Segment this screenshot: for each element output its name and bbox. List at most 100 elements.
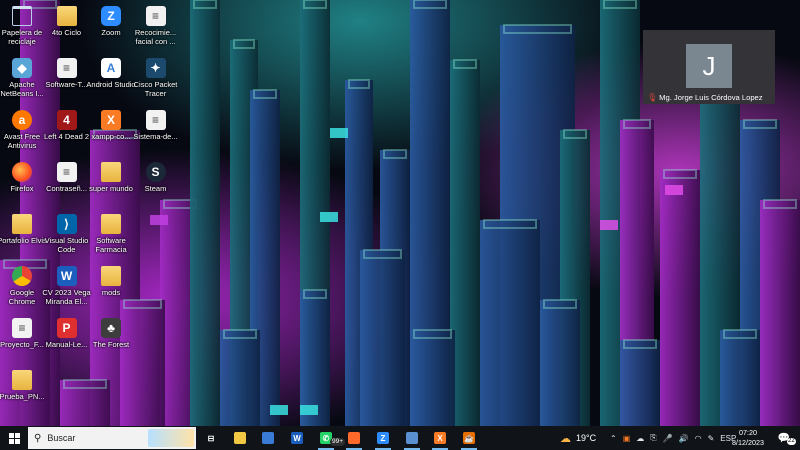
taskbar-app-button[interactable]: ☕ [455,426,483,450]
pdf-icon: P [56,318,77,338]
desktop-shortcut-label: Avast Free Antivirus [3,132,41,150]
search-placeholder: Buscar [47,433,76,443]
desktop-shortcut[interactable]: mods [86,264,136,316]
desktop-shortcut[interactable]: a Avast Free Antivirus [0,108,47,160]
desktop-shortcut[interactable]: W CV 2023 Vega Miranda El... [42,264,92,316]
the-forest-icon: ♣ [101,318,121,338]
java-icon: ☕ [463,432,475,444]
android-studio-icon: A [101,58,121,78]
desktop-shortcut[interactable]: Xxampp-co... [86,108,136,160]
taskbar-clock[interactable]: 07:20 8/12/2023 [730,428,766,448]
clock-date: 8/12/2023 [732,438,764,447]
folder-icon [101,214,121,234]
taskbar-app-button[interactable]: ⊟ [197,426,225,450]
desktop-shortcut-label: Prueba_PN... [0,392,45,401]
vscode-icon: ⟩ [56,214,77,234]
weather-widget[interactable]: ☁ 19°C [560,426,596,450]
volume-icon[interactable]: 🔊 [679,434,689,443]
cisco-packet-tracer-icon: ✦ [145,58,166,78]
desktop-shortcut[interactable]: Portafolio Elvis [0,212,47,264]
windows-logo-icon [8,432,20,444]
desktop-shortcut-label: xampp-co... [91,132,131,141]
document-icon: ≡ [145,110,166,130]
desktop-shortcut-label: The Forest [92,340,130,349]
avast-icon: a [12,110,32,130]
clock-time: 07:20 [739,428,757,437]
folder-icon [12,214,32,234]
left-4-dead-icon: 4 [56,110,77,130]
participant-avatar: J [686,44,732,88]
desktop-shortcut[interactable]: ⟩ Visual Studio Code [42,212,92,264]
xampp-tray-icon[interactable]: ▣ [623,434,631,443]
desktop-shortcut[interactable]: ♣ The Forest [86,316,136,368]
search-icon: ⚲ [34,432,42,444]
desktop-shortcut[interactable]: A Android Studio [86,56,136,108]
desktop-shortcut[interactable]: ◆ Apache NetBeans I... [0,56,47,108]
taskbar-app-button[interactable] [398,426,426,450]
folder-icon [101,266,121,286]
search-highlight-illustration [148,429,194,447]
participant-name-label: 🎙 Mg. Jorge Luis Córdova Lopez [647,93,763,102]
document-icon: ≡ [145,6,166,26]
desktop-shortcut-label: Software Farmacia [95,236,127,254]
word-doc-icon: W [56,266,77,286]
desktop-shortcut-label: Left 4 Dead 2 [43,132,90,141]
desktop-shortcut[interactable]: ≡ Sistema-de... [131,108,181,160]
desktop-shortcut[interactable]: Software Farmacia [86,212,136,264]
notification-count-badge: 22 [787,438,796,445]
system-tray: ⌃ ▣ ☁ ⎘ 🎤 🔊 ◠ ✎ ESP [610,426,736,450]
chrome-icon [12,266,32,286]
taskbar-app-button[interactable] [254,426,282,450]
task-view-icon: ⊟ [207,433,215,443]
document-icon: ≡ [12,318,32,338]
zoom-meeting-mini-window[interactable]: J 🎙 Mg. Jorge Luis Córdova Lopez [643,30,775,104]
desktop-shortcut[interactable]: Prueba_PN... [0,368,47,420]
taskbar-app-button[interactable]: X [426,426,454,450]
zoom-icon: Z [101,6,121,26]
steam-icon: S [145,162,166,182]
chevron-up-icon[interactable]: ⌃ [610,434,617,443]
desktop-shortcut-label: Papelera de reciclaje [1,28,43,46]
desktop-shortcut-label: Firefox [10,184,34,193]
weather-temperature: 19°C [576,433,597,443]
usb-icon[interactable]: ⎘ [650,433,656,443]
desktop-shortcut[interactable]: Google Chrome [0,264,47,316]
desktop-shortcut[interactable]: ≡ Software-T... [42,56,92,108]
participant-name: Mg. Jorge Luis Córdova Lopez [659,93,763,102]
onedrive-icon[interactable]: ☁ [636,434,644,443]
desktop-shortcut[interactable]: Papelera de reciclaje [0,4,47,56]
whatsapp-unread-badge: 99+ [330,438,346,446]
desktop-shortcut[interactable]: 4to Ciclo [42,4,92,56]
pen-icon[interactable]: ✎ [708,434,715,443]
folder-icon [56,6,77,26]
desktop-shortcut[interactable]: super mundo [86,160,136,212]
desktop-shortcut[interactable]: 4 Left 4 Dead 2 [42,108,92,160]
desktop-shortcut-label: super mundo [89,184,133,193]
desktop-shortcut[interactable]: ≡ Contraseñ... [42,160,92,212]
desktop-shortcut[interactable]: S Steam [131,160,181,212]
xampp-icon: X [101,110,121,130]
desktop-shortcut[interactable]: ✦ Cisco Packet Tracer [131,56,181,108]
desktop-shortcut-label: Software-T... [45,80,88,89]
desktop-shortcut[interactable]: P Manual-Le... [42,316,92,368]
virtualbox-icon [406,432,418,444]
search-input[interactable]: ⚲ Buscar [28,427,196,449]
desktop-shortcut[interactable]: Firefox [0,160,47,212]
desktop-shortcut-label: Contraseñ... [46,184,87,193]
taskbar-app-button[interactable]: W [283,426,311,450]
microphone-icon[interactable]: 🎤 [663,434,673,443]
desktop-shortcut[interactable]: ≡ Recocimie... facial con ... [131,4,181,56]
document-icon: ≡ [56,58,77,78]
desktop-shortcut-label: CV 2023 Vega Miranda El... [42,288,91,306]
firefox-icon [12,162,32,182]
desktop-shortcut-label: Android Studio [86,80,136,89]
folder-icon [12,370,32,390]
desktop-shortcut[interactable]: ≡ Proyecto_F... [0,316,47,368]
weather-cloud-icon: ☁ [560,432,571,445]
wifi-icon[interactable]: ◠ [695,434,702,443]
desktop-shortcut[interactable]: Z Zoom [86,4,136,56]
taskbar-app-button[interactable] [340,426,368,450]
taskbar-app-button[interactable]: Z [369,426,397,450]
start-button[interactable] [0,426,28,450]
taskbar-app-button[interactable] [226,426,254,450]
